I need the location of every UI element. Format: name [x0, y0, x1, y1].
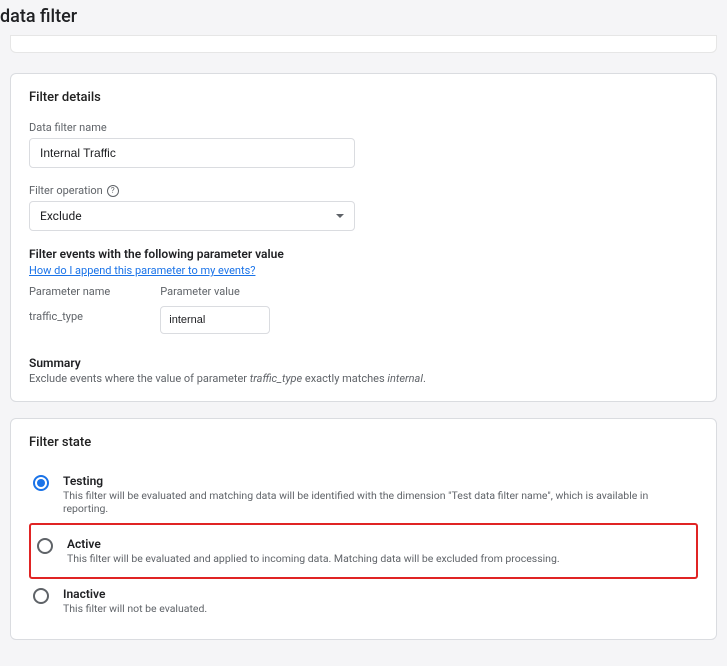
filter-name-field: Data filter name: [29, 121, 698, 168]
filter-operation-field: Filter operation ? Exclude: [29, 184, 698, 231]
param-value-label: Parameter value: [160, 285, 270, 298]
filter-name-input[interactable]: [29, 138, 355, 168]
help-icon[interactable]: ?: [107, 185, 119, 197]
filter-state-option-inactive[interactable]: InactiveThis filter will not be evaluate…: [29, 579, 698, 623]
summary-suffix: .: [423, 372, 426, 385]
radio-inactive[interactable]: [33, 588, 49, 604]
summary-mid: exactly matches: [302, 372, 387, 385]
filter-operation-value: Exclude: [40, 209, 82, 223]
filter-operation-label: Filter operation ?: [29, 184, 698, 197]
radio-active[interactable]: [37, 538, 53, 554]
filter-state-card: Filter state TestingThis filter will be …: [10, 418, 717, 640]
filter-events-section: Filter events with the following paramet…: [29, 247, 698, 334]
param-name-col: Parameter name traffic_type: [29, 285, 110, 334]
filter-state-option-active[interactable]: ActiveThis filter will be evaluated and …: [33, 529, 690, 573]
param-name-value: traffic_type: [29, 302, 110, 323]
blank-banner: [10, 35, 717, 53]
radio-testing[interactable]: [33, 475, 49, 491]
highlight-box: ActiveThis filter will be evaluated and …: [29, 523, 698, 579]
filter-operation-label-text: Filter operation: [29, 184, 103, 197]
state-label: Active: [67, 537, 686, 551]
summary-section: Summary Exclude events where the value o…: [29, 356, 698, 385]
append-parameter-link[interactable]: How do I append this parameter to my eve…: [29, 264, 255, 277]
state-desc: This filter will be evaluated and applie…: [67, 552, 686, 565]
summary-match: internal: [387, 372, 423, 385]
filter-state-option-testing[interactable]: TestingThis filter will be evaluated and…: [29, 466, 698, 523]
summary-text: Exclude events where the value of parame…: [29, 372, 698, 385]
state-desc: This filter will not be evaluated.: [63, 602, 694, 615]
filter-events-title: Filter events with the following paramet…: [29, 247, 698, 261]
state-label: Testing: [63, 474, 694, 488]
filter-details-card: Filter details Data filter name Filter o…: [10, 73, 717, 402]
param-value-input[interactable]: [160, 306, 270, 334]
summary-param: traffic_type: [250, 372, 302, 385]
state-label: Inactive: [63, 587, 694, 601]
param-value-col: Parameter value: [160, 285, 270, 334]
summary-prefix: Exclude events where the value of parame…: [29, 372, 250, 385]
filter-operation-select[interactable]: Exclude: [29, 201, 355, 231]
filter-details-title: Filter details: [29, 90, 698, 105]
state-desc: This filter will be evaluated and matchi…: [63, 489, 694, 515]
chevron-down-icon: [336, 214, 344, 218]
filter-state-title: Filter state: [29, 435, 698, 450]
filter-name-label: Data filter name: [29, 121, 698, 134]
summary-title: Summary: [29, 356, 698, 370]
page-title: data filter: [0, 0, 727, 35]
param-name-label: Parameter name: [29, 285, 110, 298]
